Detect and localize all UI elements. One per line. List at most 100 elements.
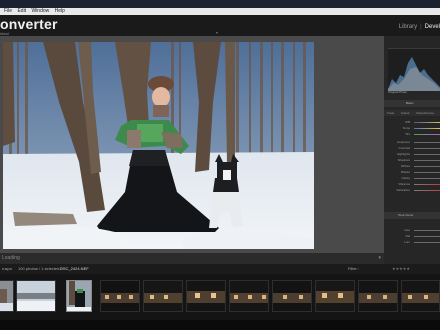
filmstrip-thumb[interactable] <box>0 280 14 312</box>
slider-wb-track <box>414 121 440 123</box>
filmstrip-bar: ruspo 100 photos / 1 selected / DSC_2424… <box>0 264 440 274</box>
menu-edit[interactable]: Edit <box>17 8 26 14</box>
histogram-graph <box>388 57 440 91</box>
slider-highlights[interactable]: Highlights <box>388 152 440 156</box>
slider-temp[interactable]: Temp <box>388 126 440 130</box>
thumb-image <box>230 281 268 311</box>
menu-file[interactable]: File <box>4 8 12 14</box>
tab-colour[interactable]: Colour <box>401 111 410 115</box>
slider-sat-track <box>414 235 440 237</box>
module-picker: Library | Devel <box>399 24 440 30</box>
filmstrip-filename[interactable]: DSC_2424.NEF <box>60 264 89 274</box>
panel-header-basic-label: Basic <box>406 101 414 105</box>
slider-blacks[interactable]: Blacks <box>388 170 440 174</box>
original-photo-label: Original Photo <box>388 90 408 94</box>
slider-wb[interactable]: WB <box>388 120 440 124</box>
filmstrip-thumb[interactable] <box>186 280 226 312</box>
histogram-icon <box>388 48 440 91</box>
slider-clarity-label: Clarity <box>401 176 410 180</box>
tab-treat[interactable]: Treat <box>387 111 394 115</box>
slider-hue[interactable]: Hue <box>388 228 440 232</box>
slider-contrast[interactable]: Contrast <box>388 146 440 150</box>
slider-temp-track <box>414 127 440 129</box>
slider-vibrance[interactable]: Vibrance <box>388 182 440 186</box>
module-separator: | <box>420 24 422 30</box>
slider-whites-label: Whites <box>400 164 410 168</box>
filmstrip-thumb[interactable] <box>100 280 140 312</box>
slider-saturation-track <box>414 189 440 191</box>
develop-panel-footer <box>384 253 440 264</box>
slider-highlights-track <box>414 153 440 155</box>
filmstrip-thumb-selected[interactable] <box>66 280 92 312</box>
thumb-image <box>101 281 139 311</box>
slider-tint-track <box>414 133 440 135</box>
slider-blacks-track <box>414 171 440 173</box>
slider-whites-track <box>414 165 440 167</box>
slider-hue-label: Hue <box>404 228 410 232</box>
app-header: onverter Ideal Library | Devel ▾ <box>0 15 440 36</box>
filmstrip-thumb[interactable] <box>315 280 355 312</box>
develop-tabs: Treat Colour Monochrome <box>384 110 440 116</box>
thumb-image <box>316 281 354 311</box>
thumb-image <box>67 281 91 311</box>
thumb-image <box>402 281 439 311</box>
slider-sat[interactable]: Sat <box>388 234 440 238</box>
slider-shadows[interactable]: Shadows <box>388 158 440 162</box>
slider-contrast-track <box>414 147 440 149</box>
filmstrip-thumb[interactable] <box>401 280 440 312</box>
slider-contrast-label: Contrast <box>398 146 410 150</box>
slider-exposure[interactable]: Exposure <box>388 140 440 144</box>
slider-shadows-track <box>414 159 440 161</box>
thumb-image <box>359 281 397 311</box>
tab-monochrome[interactable]: Monochrome <box>416 111 434 115</box>
main-photo[interactable] <box>3 42 314 249</box>
thumb-image <box>144 281 182 311</box>
develop-panel: Original Photo Basic Treat Colour Monoch… <box>384 36 440 259</box>
filmstrip-thumb[interactable] <box>272 280 312 312</box>
menu-help[interactable]: Help <box>55 8 65 14</box>
image-toolbar: Loading ▾ <box>0 253 384 264</box>
panel-header-tone-curve[interactable]: Tone Curve <box>384 212 440 219</box>
menu-window[interactable]: Window <box>31 8 49 14</box>
slider-saturation-label: Saturation <box>396 188 410 192</box>
slider-blacks-label: Blacks <box>401 170 410 174</box>
thumb-image <box>273 281 311 311</box>
slider-lum-label: Lum <box>404 240 410 244</box>
window-titlebar <box>0 0 440 8</box>
slider-vibrance-label: Vibrance <box>398 182 410 186</box>
thumb-image <box>187 281 225 311</box>
filmstrip-thumb[interactable] <box>143 280 183 312</box>
slider-saturation[interactable]: Saturation <box>388 188 440 192</box>
slider-highlights-label: Highlights <box>396 152 410 156</box>
slider-wb-label: WB <box>405 120 410 124</box>
slider-clarity-track <box>414 177 440 179</box>
slider-hue-track <box>414 229 440 231</box>
filmstrip-source[interactable]: ruspo <box>2 264 12 274</box>
main-photo-image <box>3 42 314 249</box>
menu-bar: File Edit Window Help <box>0 8 440 15</box>
slider-tint-label: Tint <box>405 132 410 136</box>
slider-sat-label: Sat <box>405 234 410 238</box>
module-library[interactable]: Library <box>399 24 417 30</box>
panel-header-basic[interactable]: Basic <box>384 100 440 107</box>
filter-label: Filter : <box>348 266 360 271</box>
slider-lum[interactable]: Lum <box>388 240 440 244</box>
slider-vibrance-track <box>414 183 440 185</box>
module-develop[interactable]: Devel <box>425 24 440 30</box>
star-rating-icon[interactable]: ★★★★★ <box>392 264 410 274</box>
top-panel-caret-icon[interactable]: ▾ <box>216 30 218 35</box>
slider-clarity[interactable]: Clarity <box>388 176 440 180</box>
toolbar-label: Loading <box>2 255 20 261</box>
slider-tint[interactable]: Tint <box>388 132 440 136</box>
app-title: onverter <box>0 16 58 32</box>
slider-whites[interactable]: Whites <box>388 164 440 168</box>
filmstrip-thumb[interactable] <box>358 280 398 312</box>
slider-lum-track <box>414 241 440 243</box>
filmstrip <box>0 274 440 320</box>
toolbar-collapse-caret-icon[interactable]: ▾ <box>378 255 381 261</box>
panel-header-tone-curve-label: Tone Curve <box>398 213 414 217</box>
filmstrip-thumb[interactable] <box>16 280 56 312</box>
filmstrip-thumb[interactable] <box>229 280 269 312</box>
slider-shadows-label: Shadows <box>397 158 410 162</box>
slider-exposure-track <box>414 141 440 143</box>
